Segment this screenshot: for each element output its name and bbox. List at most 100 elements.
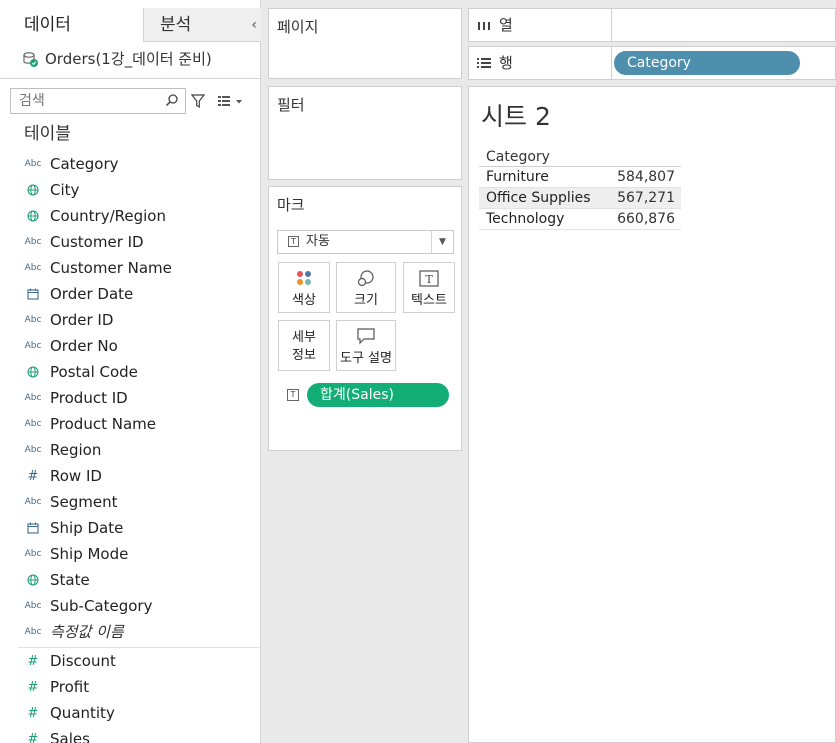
field-item[interactable]: Postal Code <box>0 359 261 385</box>
field-item[interactable]: Abc Order ID <box>0 307 261 333</box>
field-label: Order ID <box>50 311 114 329</box>
color-button[interactable]: 색상 <box>278 262 330 313</box>
filters-shelf[interactable]: 필터 <box>268 86 462 180</box>
detail-label-line2: 정보 <box>292 348 316 363</box>
field-item[interactable]: Abc Segment <box>0 489 261 515</box>
row-value: 567,271 <box>617 190 675 206</box>
filter-icon[interactable] <box>191 93 205 109</box>
field-item[interactable]: Abc Ship Mode <box>0 541 261 567</box>
tooltip-label: 도구 설명 <box>340 351 392 366</box>
field-label: Sub-Category <box>50 597 153 615</box>
size-circles-icon <box>357 270 374 287</box>
table-row[interactable]: Technology 660,876 <box>479 209 681 230</box>
calendar-icon <box>25 287 41 301</box>
field-item[interactable]: # Sales <box>0 726 261 743</box>
field-item[interactable]: Ship Date <box>0 515 261 541</box>
text-icon: T <box>419 270 439 287</box>
field-label: Customer Name <box>50 259 172 277</box>
size-button[interactable]: 크기 <box>336 262 396 313</box>
detail-button[interactable]: 세부 정보 <box>278 320 330 371</box>
sheet-title[interactable]: 시트 2 <box>481 101 551 133</box>
field-item[interactable]: Abc Customer ID <box>0 229 261 255</box>
field-item[interactable]: Order Date <box>0 281 261 307</box>
columns-icon <box>478 22 490 30</box>
datasource-selector[interactable]: Orders(1강_데이터 준비) <box>22 48 212 70</box>
field-label: Discount <box>50 652 116 670</box>
abc-icon: Abc <box>24 627 42 637</box>
chevron-down-icon[interactable]: ▼ <box>431 231 453 253</box>
field-list: Abc Category City Country/Region Abc Customer… <box>0 151 261 743</box>
columns-shelf[interactable]: 열 <box>468 8 836 42</box>
field-label: Region <box>50 441 102 459</box>
rows-shelf[interactable]: 행 Category <box>468 46 836 80</box>
row-category: Office Supplies <box>486 190 591 206</box>
abc-icon: Abc <box>24 419 42 429</box>
color-dots-icon <box>297 271 311 285</box>
field-item[interactable]: # Discount <box>0 648 261 674</box>
tableau-workspace: 데이터 분석 ‹ Orders(1강_데이터 준비) 검색 테이블 Abc Ca… <box>0 0 836 743</box>
field-item[interactable]: # Row ID <box>0 463 261 489</box>
detail-label-line1: 세부 <box>292 330 316 345</box>
field-item[interactable]: Abc Customer Name <box>0 255 261 281</box>
detail-label: 세부 정보 <box>279 329 329 365</box>
field-item[interactable]: Abc Category <box>0 151 261 177</box>
search-icon[interactable] <box>165 93 179 107</box>
field-item[interactable]: # Quantity <box>0 700 261 726</box>
speech-bubble-icon <box>357 328 375 345</box>
abc-icon: Abc <box>24 393 42 403</box>
field-item[interactable]: Abc Order No <box>0 333 261 359</box>
tables-section-title: 테이블 <box>24 124 71 144</box>
field-item[interactable]: Abc 측정값 이름 <box>0 619 261 645</box>
text-button[interactable]: T 텍스트 <box>403 262 455 313</box>
field-item[interactable]: Country/Region <box>0 203 261 229</box>
collapse-pane-icon[interactable]: ‹ <box>251 8 257 42</box>
field-item[interactable]: Abc Region <box>0 437 261 463</box>
columns-label: 열 <box>469 9 612 41</box>
abc-icon: Abc <box>24 159 42 169</box>
field-item[interactable]: City <box>0 177 261 203</box>
mark-type-dropdown[interactable]: T 자동 ▼ <box>277 230 454 254</box>
hash-icon: # <box>27 731 39 743</box>
datasource-name: Orders(1강_데이터 준비) <box>45 50 212 68</box>
hash-icon: # <box>27 679 39 695</box>
table-header[interactable]: Category <box>479 147 681 167</box>
field-label: Product Name <box>50 415 156 433</box>
field-item[interactable]: # Profit <box>0 674 261 700</box>
field-label: Customer ID <box>50 233 144 251</box>
field-item[interactable]: Abc Sub-Category <box>0 593 261 619</box>
view-options-icon[interactable] <box>217 94 243 108</box>
rows-icon <box>477 58 491 68</box>
field-label: Category <box>50 155 119 173</box>
globe-icon <box>25 209 41 223</box>
field-item[interactable]: Abc Product ID <box>0 385 261 411</box>
abc-icon: Abc <box>24 263 42 273</box>
worksheet-view: 시트 2 Category Furniture 584,807 Office S… <box>468 86 836 743</box>
globe-icon <box>25 183 41 197</box>
field-label: Segment <box>50 493 118 511</box>
field-search <box>10 88 186 114</box>
table-row[interactable]: Furniture 584,807 <box>479 167 681 188</box>
row-value: 660,876 <box>617 211 675 227</box>
pages-shelf[interactable]: 페이지 <box>268 8 462 79</box>
globe-icon <box>25 573 41 587</box>
hash-icon: # <box>27 468 39 484</box>
columns-label-text: 열 <box>499 16 513 34</box>
tab-data[interactable]: 데이터 <box>0 8 144 42</box>
tooltip-button[interactable]: 도구 설명 <box>336 320 396 371</box>
field-label: State <box>50 571 90 589</box>
globe-icon <box>25 365 41 379</box>
field-item[interactable]: Abc Product Name <box>0 411 261 437</box>
tab-analysis[interactable]: 분석 ‹ <box>144 8 261 42</box>
sum-sales-pill[interactable]: 합계(Sales) <box>307 383 449 407</box>
search-input[interactable] <box>11 89 161 113</box>
table-row[interactable]: Office Supplies 567,271 <box>479 188 681 209</box>
field-item[interactable]: State <box>0 567 261 593</box>
text-mark-icon: T <box>288 236 299 247</box>
rows-label: 행 <box>469 47 612 79</box>
color-label: 색상 <box>292 293 316 308</box>
field-label: Profit <box>50 678 90 696</box>
row-category: Technology <box>486 211 565 227</box>
category-pill[interactable]: Category <box>614 51 800 75</box>
abc-icon: Abc <box>24 315 42 325</box>
calendar-icon <box>25 521 41 535</box>
